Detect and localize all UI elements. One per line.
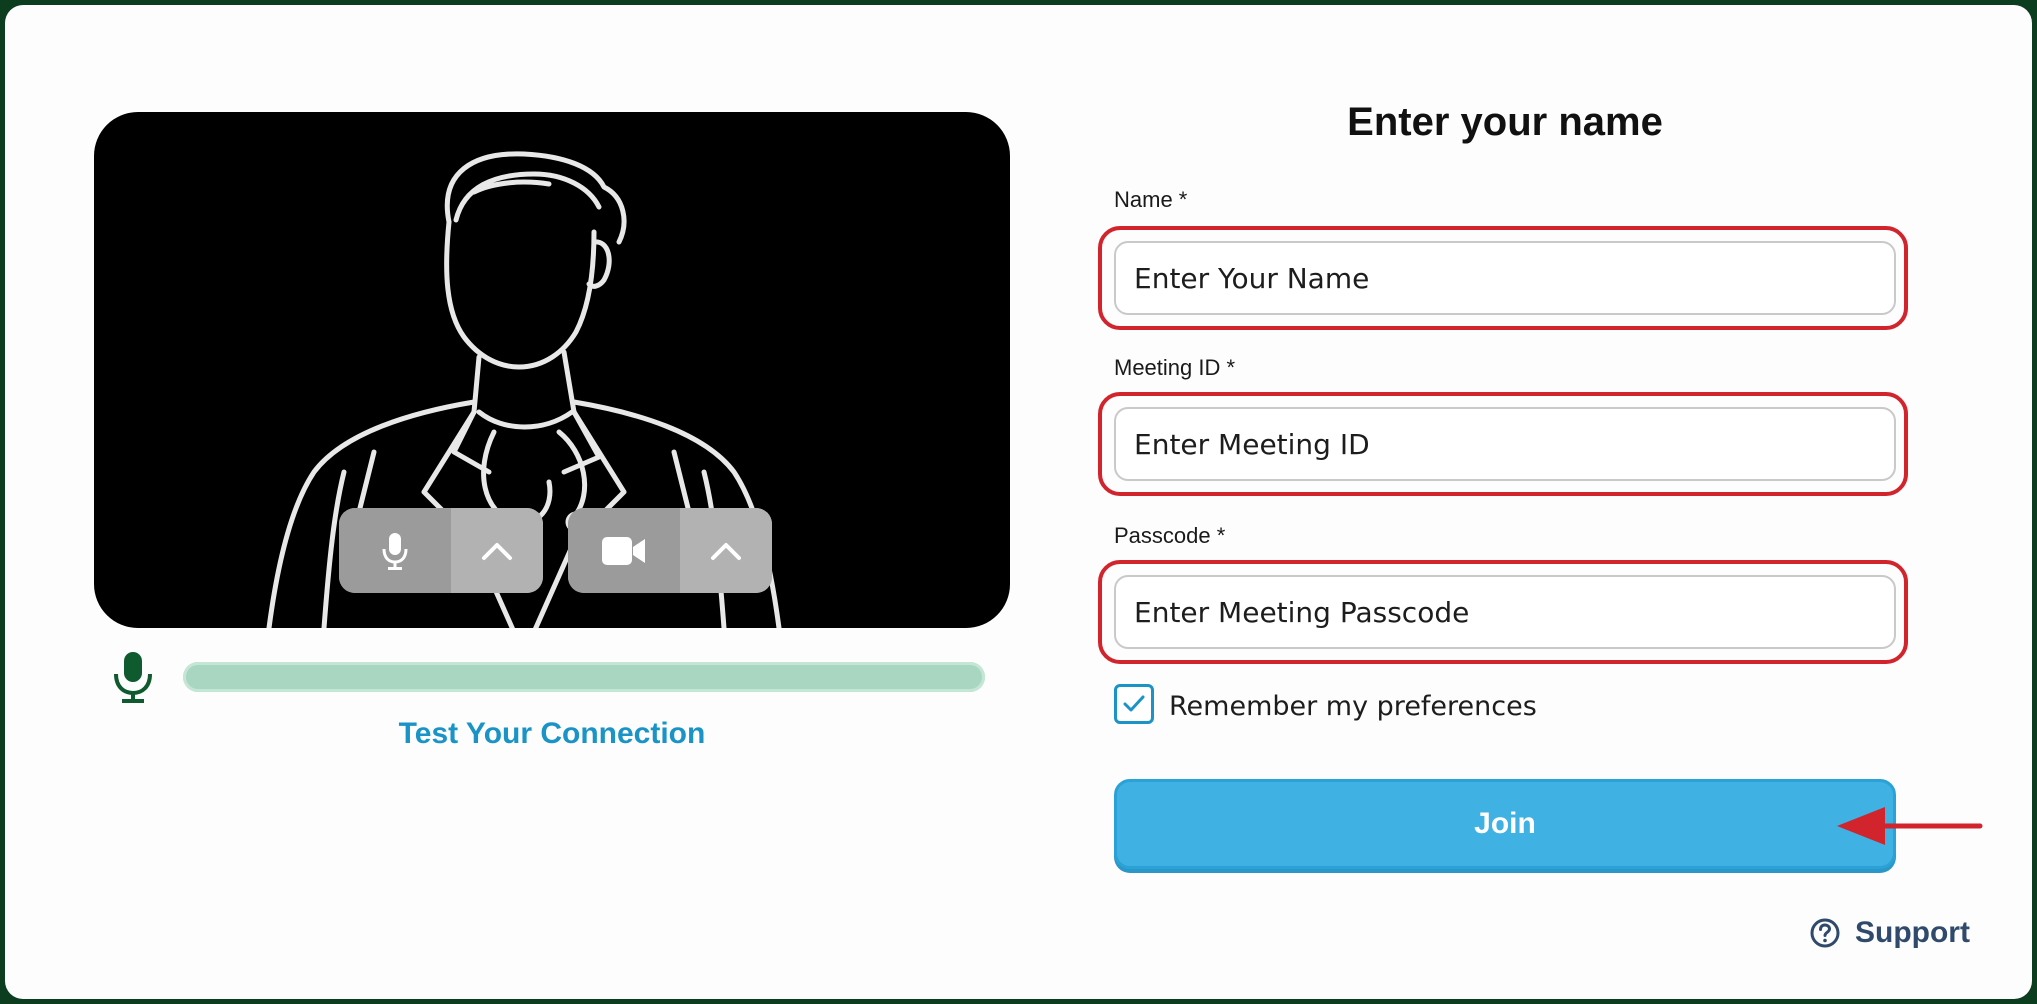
chevron-up-icon [711,542,741,560]
test-connection-link[interactable]: Test Your Connection [94,717,1010,751]
microphone-icon [382,532,408,570]
arrow-annotation-icon [1837,807,1983,845]
avatar-illustration [266,151,782,628]
mic-level-meter [183,662,985,692]
passcode-input[interactable] [1114,575,1896,649]
page-frame: Test Your Connection Enter your name Nam… [5,5,2032,999]
name-input[interactable] [1114,241,1896,315]
name-label: Name * [1114,187,1188,212]
meeting-id-input[interactable] [1114,407,1896,481]
question-circle-icon [1810,918,1840,948]
join-button[interactable]: Join [1114,779,1896,869]
remember-label: Remember my preferences [1169,691,1537,722]
support-label: Support [1855,916,1970,949]
form-title: Enter your name [1347,100,1663,144]
camera-control-group [568,508,772,593]
video-preview [94,112,1010,628]
passcode-label: Passcode * [1114,523,1226,548]
chevron-up-icon [482,542,512,560]
mic-toggle-button[interactable] [339,508,451,593]
support-link[interactable]: Support [1809,916,1970,950]
mic-level-row [109,650,989,705]
camera-toggle-button[interactable] [568,508,680,593]
checkmark-icon [1123,695,1145,712]
video-camera-icon [602,536,645,565]
mic-control-group [339,508,543,593]
remember-checkbox[interactable] [1114,684,1154,724]
microphone-icon [114,652,152,703]
meeting-id-label: Meeting ID * [1114,355,1236,380]
mic-options-button[interactable] [451,508,543,593]
camera-options-button[interactable] [680,508,772,593]
